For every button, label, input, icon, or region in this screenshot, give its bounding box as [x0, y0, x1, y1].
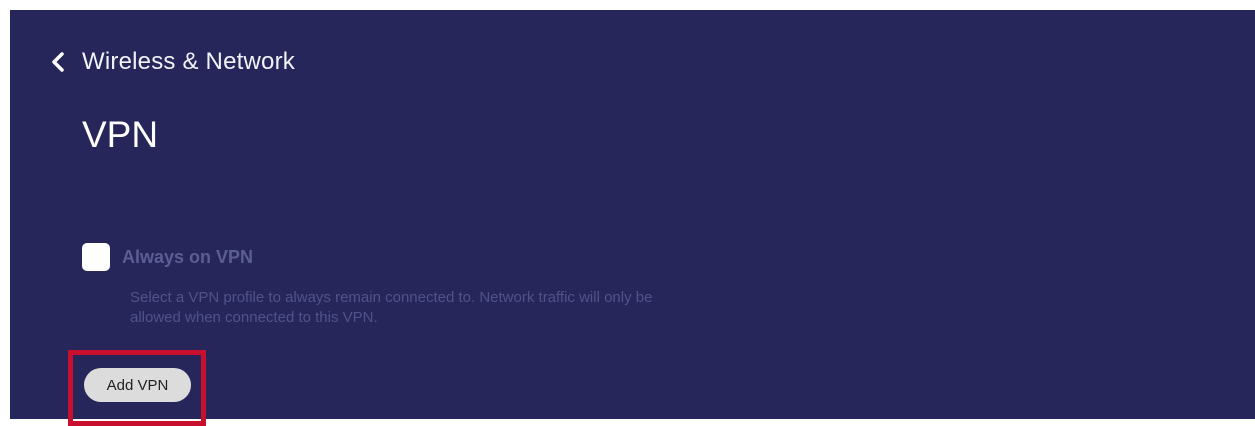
page-title: VPN	[82, 114, 159, 155]
always-on-vpn-label: Always on VPN	[122, 246, 254, 267]
breadcrumb: Wireless & Network	[82, 48, 295, 75]
back-navigation[interactable]: Wireless & Network	[48, 46, 295, 78]
add-vpn-button[interactable]: Add VPN	[84, 368, 191, 402]
always-on-vpn-description: Select a VPN profile to always remain co…	[130, 289, 653, 326]
always-on-vpn-checkbox[interactable]	[82, 243, 110, 271]
settings-panel: Wireless & Network VPN Always on VPN Sel…	[10, 10, 1255, 426]
always-on-vpn-toggle[interactable]: Always on VPN	[82, 243, 253, 271]
chevron-left-icon[interactable]	[48, 50, 68, 74]
